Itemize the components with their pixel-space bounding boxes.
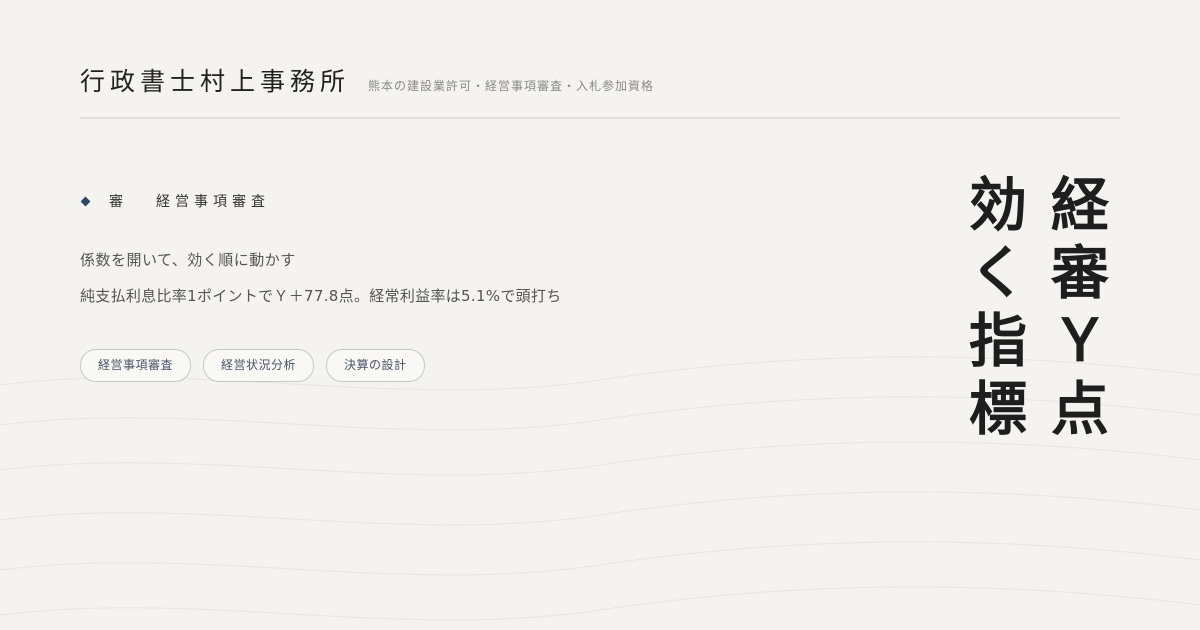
office-tagline: 熊本の建設業許可・経営事項審査・入札参加資格	[368, 79, 655, 93]
diamond-icon	[80, 196, 91, 206]
tag-list: 経営事項審査 経営状況分析 決算の設計	[80, 349, 425, 382]
article-subtitle: 係数を開いて、効く順に動かす	[80, 251, 296, 269]
category-label: 審 経営事項審査	[80, 191, 270, 211]
tag-keiei-jokyo-bunseki[interactable]: 経営状況分析	[203, 349, 315, 382]
vertical-title: 経審Ｙ点 効く指標	[952, 174, 1116, 464]
header-divider	[80, 117, 1120, 119]
vertical-title-line1: 経審Ｙ点	[1041, 174, 1109, 446]
tag-keiei-jiko-shinsa[interactable]: 経営事項審査	[80, 349, 192, 382]
article-description: 純支払利息比率1ポイントでＹ＋77.8点。経常利益率は5.1%で頭打ち	[80, 287, 562, 305]
category-text: 経営事項審査	[156, 194, 270, 210]
site-header: 行政書士村上事務所 熊本の建設業許可・経営事項審査・入札参加資格	[80, 62, 1120, 102]
tag-kessan-no-sekkei[interactable]: 決算の設計	[326, 349, 425, 382]
vertical-title-line2: 効く指標	[959, 174, 1027, 446]
category-marker-char: 審	[109, 194, 128, 210]
office-name: 行政書士村上事務所	[80, 67, 351, 96]
